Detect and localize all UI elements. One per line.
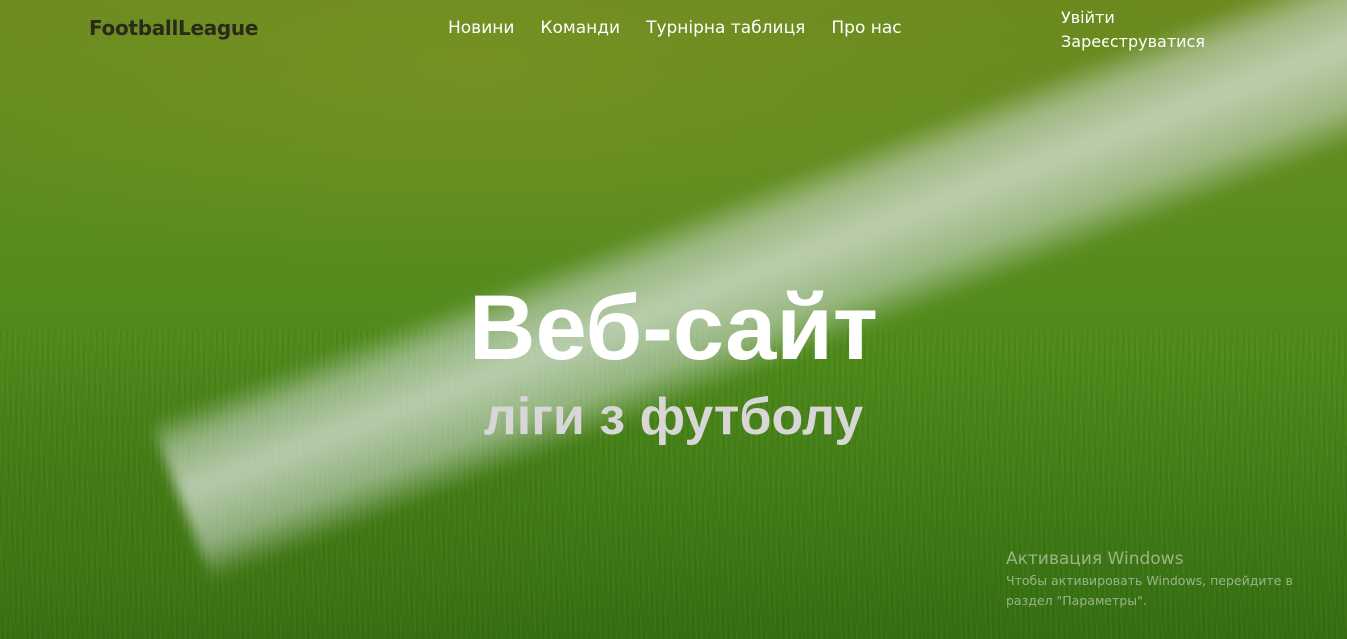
main-nav: Новини Команди Турнірна таблиця Про нас	[448, 18, 902, 38]
login-link[interactable]: Увійти	[1061, 6, 1205, 30]
register-link[interactable]: Зареєструватися	[1061, 30, 1205, 54]
nav-about[interactable]: Про нас	[831, 18, 901, 38]
site-header: FootballLeague Новини Команди Турнірна т…	[0, 0, 1347, 60]
watermark-title: Активация Windows	[1006, 549, 1184, 569]
site-logo[interactable]: FootballLeague	[89, 16, 258, 40]
auth-links: Увійти Зареєструватися	[1061, 6, 1205, 54]
hero-title: Веб-сайт	[469, 277, 878, 379]
nav-news[interactable]: Новини	[448, 18, 514, 38]
nav-teams[interactable]: Команди	[540, 18, 620, 38]
watermark-text: Чтобы активировать Windows, перейдите в …	[1006, 573, 1293, 608]
hero-subtitle: ліги з футболу	[483, 388, 864, 446]
windows-activation-watermark: Активация Windows Чтобы активировать Win…	[1006, 547, 1321, 611]
nav-standings[interactable]: Турнірна таблиця	[646, 18, 805, 38]
